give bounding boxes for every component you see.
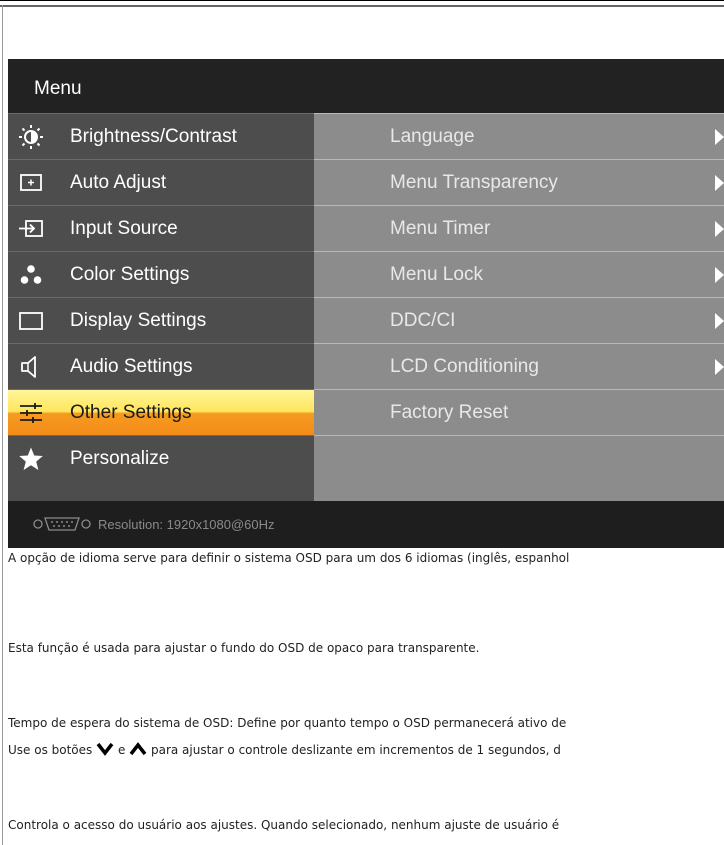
- menu-item-auto-adjust[interactable]: Auto Adjust: [8, 159, 314, 205]
- display-settings-icon: [18, 308, 44, 334]
- main-menu: Brightness/Contrast Auto Adjust Input So…: [8, 113, 314, 501]
- submenu-label: Menu Lock: [390, 264, 483, 285]
- menu-item-display-settings[interactable]: Display Settings: [8, 297, 314, 343]
- menu-item-label: Personalize: [70, 448, 170, 469]
- brightness-icon: [18, 124, 44, 150]
- submenu-ddc-ci[interactable]: DDC/CI: [314, 297, 724, 343]
- osd-footer: Resolution: 1920x1080@60Hz: [8, 501, 724, 548]
- sliders-icon: [18, 400, 44, 426]
- top-rule: [0, 5, 724, 7]
- submenu-menu-transparency[interactable]: Menu Transparency: [314, 159, 724, 205]
- chevron-down-icon: [96, 742, 114, 759]
- submenu-label: Menu Transparency: [390, 172, 558, 193]
- color-settings-icon: [18, 262, 44, 288]
- auto-adjust-icon: [18, 170, 44, 196]
- description-timer-text-b: e: [117, 743, 126, 757]
- chevron-up-icon: [129, 742, 147, 759]
- description-transparency: Esta função é usada para ajustar o fundo…: [8, 641, 480, 655]
- submenu-language[interactable]: Language: [314, 113, 724, 159]
- submenu-menu-lock[interactable]: Menu Lock: [314, 251, 724, 297]
- speaker-icon: [18, 354, 44, 380]
- menu-item-personalize[interactable]: Personalize: [8, 435, 314, 481]
- menu-item-label: Auto Adjust: [70, 172, 167, 193]
- description-timer-buttons: Use os botões e para ajustar o controle …: [8, 742, 561, 759]
- vga-connector-icon: [32, 515, 92, 538]
- osd-menu: Menu Brightness/Contrast Auto Adjust Inp…: [8, 59, 724, 548]
- menu-item-color-settings[interactable]: Color Settings: [8, 251, 314, 297]
- menu-item-input-source[interactable]: Input Source: [8, 205, 314, 251]
- submenu-panel: Language Menu Transparency Menu Timer Me…: [314, 113, 724, 501]
- top-border: [0, 0, 724, 1]
- arrow-right-icon: [715, 267, 724, 283]
- description-timer-text-c: para ajustar o controle deslizante em in…: [150, 743, 561, 757]
- star-icon: [18, 446, 44, 472]
- osd-header: Menu: [8, 59, 724, 113]
- menu-item-brightness-contrast[interactable]: Brightness/Contrast: [8, 113, 314, 159]
- submenu-label: LCD Conditioning: [390, 356, 539, 377]
- left-border: [2, 5, 3, 845]
- menu-item-label: Input Source: [70, 218, 178, 239]
- menu-item-label: Other Settings: [70, 402, 192, 423]
- description-lock: Controla o acesso do usuário aos ajustes…: [8, 818, 560, 832]
- menu-item-label: Audio Settings: [70, 356, 193, 377]
- menu-item-other-settings[interactable]: Other Settings: [8, 389, 314, 435]
- arrow-right-icon: [715, 221, 724, 237]
- submenu-label: Language: [390, 126, 475, 147]
- arrow-right-icon: [715, 129, 724, 145]
- osd-title: Menu: [34, 78, 82, 99]
- arrow-right-icon: [715, 359, 724, 375]
- submenu-lcd-conditioning[interactable]: LCD Conditioning: [314, 343, 724, 389]
- submenu-label: DDC/CI: [390, 310, 456, 331]
- resolution-readout: Resolution: 1920x1080@60Hz: [98, 517, 275, 532]
- arrow-right-icon: [715, 175, 724, 191]
- menu-item-label: Color Settings: [70, 264, 190, 285]
- submenu-label: Menu Timer: [390, 218, 491, 239]
- submenu-menu-timer[interactable]: Menu Timer: [314, 205, 724, 251]
- menu-item-label: Display Settings: [70, 310, 207, 331]
- submenu-label: Factory Reset: [390, 402, 509, 423]
- submenu-empty-row: [314, 435, 724, 481]
- arrow-right-icon: [715, 313, 724, 329]
- menu-item-audio-settings[interactable]: Audio Settings: [8, 343, 314, 389]
- description-language: A opção de idioma serve para definir o s…: [8, 551, 570, 565]
- menu-item-label: Brightness/Contrast: [70, 126, 237, 147]
- description-timer-text-a: Use os botões: [8, 743, 93, 757]
- description-timer: Tempo de espera do sistema de OSD: Defin…: [8, 716, 567, 730]
- submenu-factory-reset[interactable]: Factory Reset: [314, 389, 724, 435]
- input-source-icon: [18, 216, 44, 242]
